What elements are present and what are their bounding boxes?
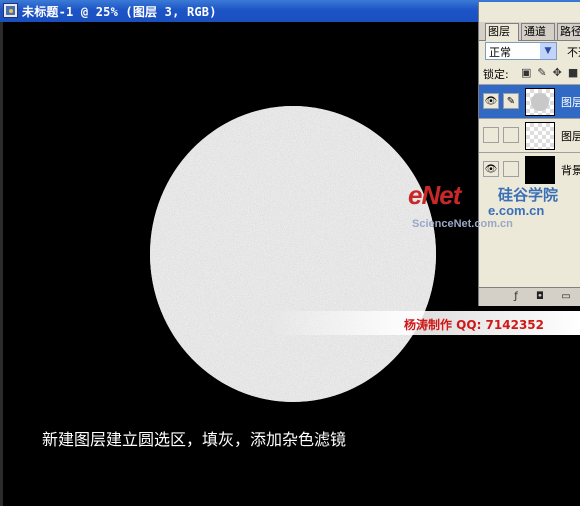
brush-icon[interactable]: ✎	[503, 93, 519, 109]
lock-transparency-icon[interactable]: ▣	[521, 66, 537, 79]
layer-name: 图层 3	[561, 96, 580, 109]
layer-thumbnail	[525, 156, 555, 184]
noise-texture	[150, 106, 436, 402]
lock-move-icon[interactable]: ✥	[553, 66, 568, 79]
link-toggle-empty[interactable]	[503, 127, 519, 143]
layer-thumbnail	[525, 88, 555, 116]
document-title: 未标题-1 @ 25% (图层 3, RGB)	[22, 5, 217, 19]
watermark-logo: eNet	[408, 180, 461, 210]
add-mask-icon[interactable]: ◘	[533, 290, 547, 303]
layer-row-3[interactable]: 👁 ✎ 图层 3	[479, 84, 580, 118]
watermark-site: ScienceNet.com.cn	[412, 218, 513, 230]
layer-style-icon[interactable]: ƒ	[509, 290, 523, 303]
layer-thumbnail	[525, 122, 555, 150]
link-toggle-empty[interactable]	[503, 161, 519, 177]
new-set-icon[interactable]: ▭	[559, 290, 573, 303]
tutorial-caption: 新建图层建立圆选区，填灰，添加杂色滤镜	[42, 430, 347, 449]
opacity-label: 不透	[567, 46, 580, 59]
lock-options: ▣✎✥■	[521, 66, 580, 79]
noise-filled-circle	[150, 106, 436, 402]
lock-label: 锁定:	[483, 68, 509, 81]
eye-icon[interactable]: 👁	[483, 161, 499, 177]
blend-mode-value: 正常	[489, 46, 511, 59]
layer-row-background[interactable]: 👁 背景	[479, 152, 580, 186]
chevron-down-icon[interactable]: ▼	[540, 43, 556, 59]
watermark-domain: e.com.cn	[488, 203, 545, 218]
blend-mode-select[interactable]: 正常 ▼	[485, 42, 557, 60]
palette-footer: ƒ ◘ ▭	[479, 287, 580, 306]
layers-palette: 图层 通道 路径 正常 ▼ 不透 锁定: ▣✎✥■ 👁 ✎ 图层 3 图层 👁 …	[478, 2, 580, 306]
tab-layers[interactable]: 图层	[485, 23, 519, 41]
layer-row-2[interactable]: 图层	[479, 118, 580, 152]
layer-name: 背景	[561, 164, 580, 177]
eye-toggle-empty[interactable]	[483, 127, 499, 143]
lock-brush-icon[interactable]: ✎	[537, 66, 552, 79]
lock-all-icon[interactable]: ■	[568, 66, 580, 79]
watermark-cn-name: 硅谷学院	[498, 187, 559, 204]
eye-icon[interactable]: 👁	[483, 93, 499, 109]
document-icon	[3, 3, 18, 18]
author-credit: 杨涛制作 QQ: 7142352	[404, 318, 545, 332]
workspace-edge	[0, 22, 3, 506]
tab-channels[interactable]: 通道	[521, 23, 555, 40]
layer-name: 图层	[561, 130, 580, 143]
palette-tabs: 图层 通道 路径	[479, 22, 580, 41]
tab-paths[interactable]: 路径	[557, 23, 580, 40]
